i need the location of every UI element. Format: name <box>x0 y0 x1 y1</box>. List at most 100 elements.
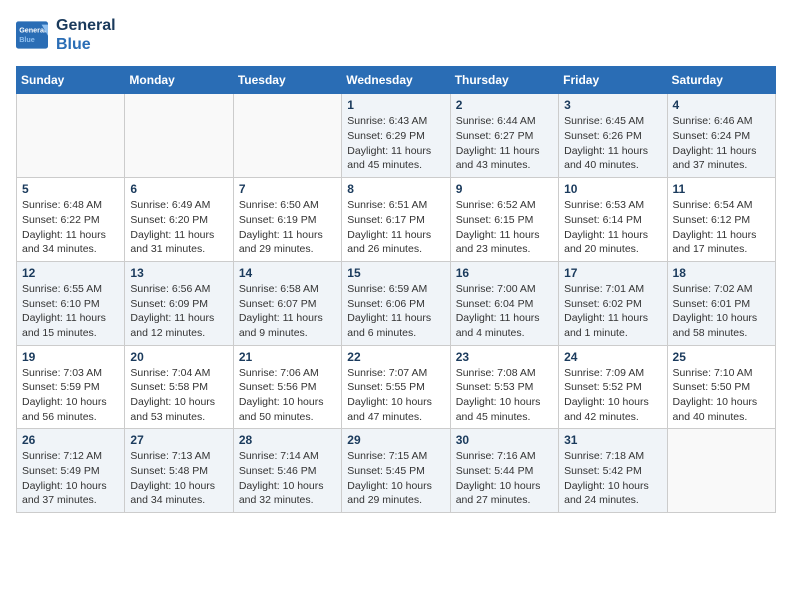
weekday-header-wednesday: Wednesday <box>342 67 450 94</box>
calendar-cell: 13 Sunrise: 6:56 AM Sunset: 6:09 PM Dayli… <box>125 261 233 345</box>
day-number: 28 <box>239 433 336 447</box>
calendar-cell: 5 Sunrise: 6:48 AM Sunset: 6:22 PM Daylig… <box>17 178 125 262</box>
day-number: 11 <box>673 182 770 196</box>
day-number: 3 <box>564 98 661 112</box>
day-info: Sunrise: 7:18 AM Sunset: 5:42 PM Dayligh… <box>564 449 661 508</box>
day-number: 6 <box>130 182 227 196</box>
day-info: Sunrise: 6:45 AM Sunset: 6:26 PM Dayligh… <box>564 114 661 173</box>
svg-text:General: General <box>19 26 46 35</box>
calendar-cell: 18 Sunrise: 7:02 AM Sunset: 6:01 PM Dayli… <box>667 261 775 345</box>
day-number: 23 <box>456 350 553 364</box>
logo-text: General Blue <box>56 16 116 54</box>
day-number: 1 <box>347 98 444 112</box>
calendar-cell: 7 Sunrise: 6:50 AM Sunset: 6:19 PM Daylig… <box>233 178 341 262</box>
day-info: Sunrise: 6:55 AM Sunset: 6:10 PM Dayligh… <box>22 282 119 341</box>
day-info: Sunrise: 7:04 AM Sunset: 5:58 PM Dayligh… <box>130 366 227 425</box>
calendar-cell: 15 Sunrise: 6:59 AM Sunset: 6:06 PM Dayli… <box>342 261 450 345</box>
calendar-cell: 1Sunrise: 6:43 AM Sunset: 6:29 PM Daylig… <box>342 94 450 178</box>
day-number: 5 <box>22 182 119 196</box>
day-number: 18 <box>673 266 770 280</box>
day-info: Sunrise: 7:12 AM Sunset: 5:49 PM Dayligh… <box>22 449 119 508</box>
calendar-cell: 9 Sunrise: 6:52 AM Sunset: 6:15 PM Daylig… <box>450 178 558 262</box>
weekday-header-monday: Monday <box>125 67 233 94</box>
calendar-cell: 10Sunrise: 6:53 AM Sunset: 6:14 PM Dayli… <box>559 178 667 262</box>
day-info: Sunrise: 6:54 AM Sunset: 6:12 PM Dayligh… <box>673 198 770 257</box>
weekday-header-friday: Friday <box>559 67 667 94</box>
calendar-week-1: 1Sunrise: 6:43 AM Sunset: 6:29 PM Daylig… <box>17 94 776 178</box>
day-info: Sunrise: 7:02 AM Sunset: 6:01 PM Dayligh… <box>673 282 770 341</box>
day-number: 13 <box>130 266 227 280</box>
calendar-cell: 11 Sunrise: 6:54 AM Sunset: 6:12 PM Dayli… <box>667 178 775 262</box>
day-info: Sunrise: 7:09 AM Sunset: 5:52 PM Dayligh… <box>564 366 661 425</box>
day-info: Sunrise: 6:53 AM Sunset: 6:14 PM Dayligh… <box>564 198 661 257</box>
day-number: 12 <box>22 266 119 280</box>
day-number: 25 <box>673 350 770 364</box>
calendar-cell: 21 Sunrise: 7:06 AM Sunset: 5:56 PM Dayli… <box>233 345 341 429</box>
weekday-header-saturday: Saturday <box>667 67 775 94</box>
calendar-cell: 31 Sunrise: 7:18 AM Sunset: 5:42 PM Dayli… <box>559 429 667 513</box>
calendar-week-2: 5 Sunrise: 6:48 AM Sunset: 6:22 PM Daylig… <box>17 178 776 262</box>
calendar-week-3: 12 Sunrise: 6:55 AM Sunset: 6:10 PM Dayli… <box>17 261 776 345</box>
day-info: Sunrise: 7:14 AM Sunset: 5:46 PM Dayligh… <box>239 449 336 508</box>
calendar-cell: 29 Sunrise: 7:15 AM Sunset: 5:45 PM Dayli… <box>342 429 450 513</box>
day-number: 7 <box>239 182 336 196</box>
calendar-cell: 22 Sunrise: 7:07 AM Sunset: 5:55 PM Dayli… <box>342 345 450 429</box>
day-info: Sunrise: 7:07 AM Sunset: 5:55 PM Dayligh… <box>347 366 444 425</box>
day-number: 21 <box>239 350 336 364</box>
day-number: 22 <box>347 350 444 364</box>
calendar-cell: 2Sunrise: 6:44 AM Sunset: 6:27 PM Daylig… <box>450 94 558 178</box>
day-info: Sunrise: 6:56 AM Sunset: 6:09 PM Dayligh… <box>130 282 227 341</box>
day-info: Sunrise: 6:51 AM Sunset: 6:17 PM Dayligh… <box>347 198 444 257</box>
day-info: Sunrise: 6:52 AM Sunset: 6:15 PM Dayligh… <box>456 198 553 257</box>
day-info: Sunrise: 7:15 AM Sunset: 5:45 PM Dayligh… <box>347 449 444 508</box>
day-number: 26 <box>22 433 119 447</box>
calendar-header-row: SundayMondayTuesdayWednesdayThursdayFrid… <box>17 67 776 94</box>
calendar-cell: 25 Sunrise: 7:10 AM Sunset: 5:50 PM Dayli… <box>667 345 775 429</box>
day-number: 15 <box>347 266 444 280</box>
day-info: Sunrise: 6:48 AM Sunset: 6:22 PM Dayligh… <box>22 198 119 257</box>
day-number: 29 <box>347 433 444 447</box>
day-number: 27 <box>130 433 227 447</box>
svg-text:Blue: Blue <box>19 35 35 44</box>
calendar-cell: 27 Sunrise: 7:13 AM Sunset: 5:48 PM Dayli… <box>125 429 233 513</box>
calendar-cell: 6 Sunrise: 6:49 AM Sunset: 6:20 PM Daylig… <box>125 178 233 262</box>
day-number: 30 <box>456 433 553 447</box>
calendar-cell <box>17 94 125 178</box>
day-number: 4 <box>673 98 770 112</box>
day-info: Sunrise: 7:06 AM Sunset: 5:56 PM Dayligh… <box>239 366 336 425</box>
logo-icon: General Blue <box>16 21 48 49</box>
day-number: 8 <box>347 182 444 196</box>
day-info: Sunrise: 6:46 AM Sunset: 6:24 PM Dayligh… <box>673 114 770 173</box>
day-info: Sunrise: 7:00 AM Sunset: 6:04 PM Dayligh… <box>456 282 553 341</box>
calendar-cell <box>233 94 341 178</box>
calendar-cell: 14Sunrise: 6:58 AM Sunset: 6:07 PM Dayli… <box>233 261 341 345</box>
day-info: Sunrise: 7:10 AM Sunset: 5:50 PM Dayligh… <box>673 366 770 425</box>
calendar-cell: 4 Sunrise: 6:46 AM Sunset: 6:24 PM Daylig… <box>667 94 775 178</box>
day-info: Sunrise: 7:08 AM Sunset: 5:53 PM Dayligh… <box>456 366 553 425</box>
day-info: Sunrise: 7:13 AM Sunset: 5:48 PM Dayligh… <box>130 449 227 508</box>
day-number: 19 <box>22 350 119 364</box>
calendar-cell: 17Sunrise: 7:01 AM Sunset: 6:02 PM Dayli… <box>559 261 667 345</box>
day-number: 9 <box>456 182 553 196</box>
calendar-cell: 20 Sunrise: 7:04 AM Sunset: 5:58 PM Dayli… <box>125 345 233 429</box>
calendar-week-5: 26 Sunrise: 7:12 AM Sunset: 5:49 PM Dayli… <box>17 429 776 513</box>
day-info: Sunrise: 7:03 AM Sunset: 5:59 PM Dayligh… <box>22 366 119 425</box>
calendar-cell <box>667 429 775 513</box>
calendar-week-4: 19 Sunrise: 7:03 AM Sunset: 5:59 PM Dayli… <box>17 345 776 429</box>
day-number: 2 <box>456 98 553 112</box>
calendar-cell: 19 Sunrise: 7:03 AM Sunset: 5:59 PM Dayli… <box>17 345 125 429</box>
calendar-cell: 23 Sunrise: 7:08 AM Sunset: 5:53 PM Dayli… <box>450 345 558 429</box>
day-info: Sunrise: 6:50 AM Sunset: 6:19 PM Dayligh… <box>239 198 336 257</box>
weekday-header-sunday: Sunday <box>17 67 125 94</box>
calendar-cell: 8 Sunrise: 6:51 AM Sunset: 6:17 PM Daylig… <box>342 178 450 262</box>
calendar-cell: 12 Sunrise: 6:55 AM Sunset: 6:10 PM Dayli… <box>17 261 125 345</box>
calendar-cell: 3 Sunrise: 6:45 AM Sunset: 6:26 PM Daylig… <box>559 94 667 178</box>
day-info: Sunrise: 6:49 AM Sunset: 6:20 PM Dayligh… <box>130 198 227 257</box>
day-info: Sunrise: 6:59 AM Sunset: 6:06 PM Dayligh… <box>347 282 444 341</box>
calendar-cell: 26 Sunrise: 7:12 AM Sunset: 5:49 PM Dayli… <box>17 429 125 513</box>
calendar-cell <box>125 94 233 178</box>
day-number: 20 <box>130 350 227 364</box>
calendar-cell: 24Sunrise: 7:09 AM Sunset: 5:52 PM Dayli… <box>559 345 667 429</box>
day-number: 31 <box>564 433 661 447</box>
day-number: 17 <box>564 266 661 280</box>
